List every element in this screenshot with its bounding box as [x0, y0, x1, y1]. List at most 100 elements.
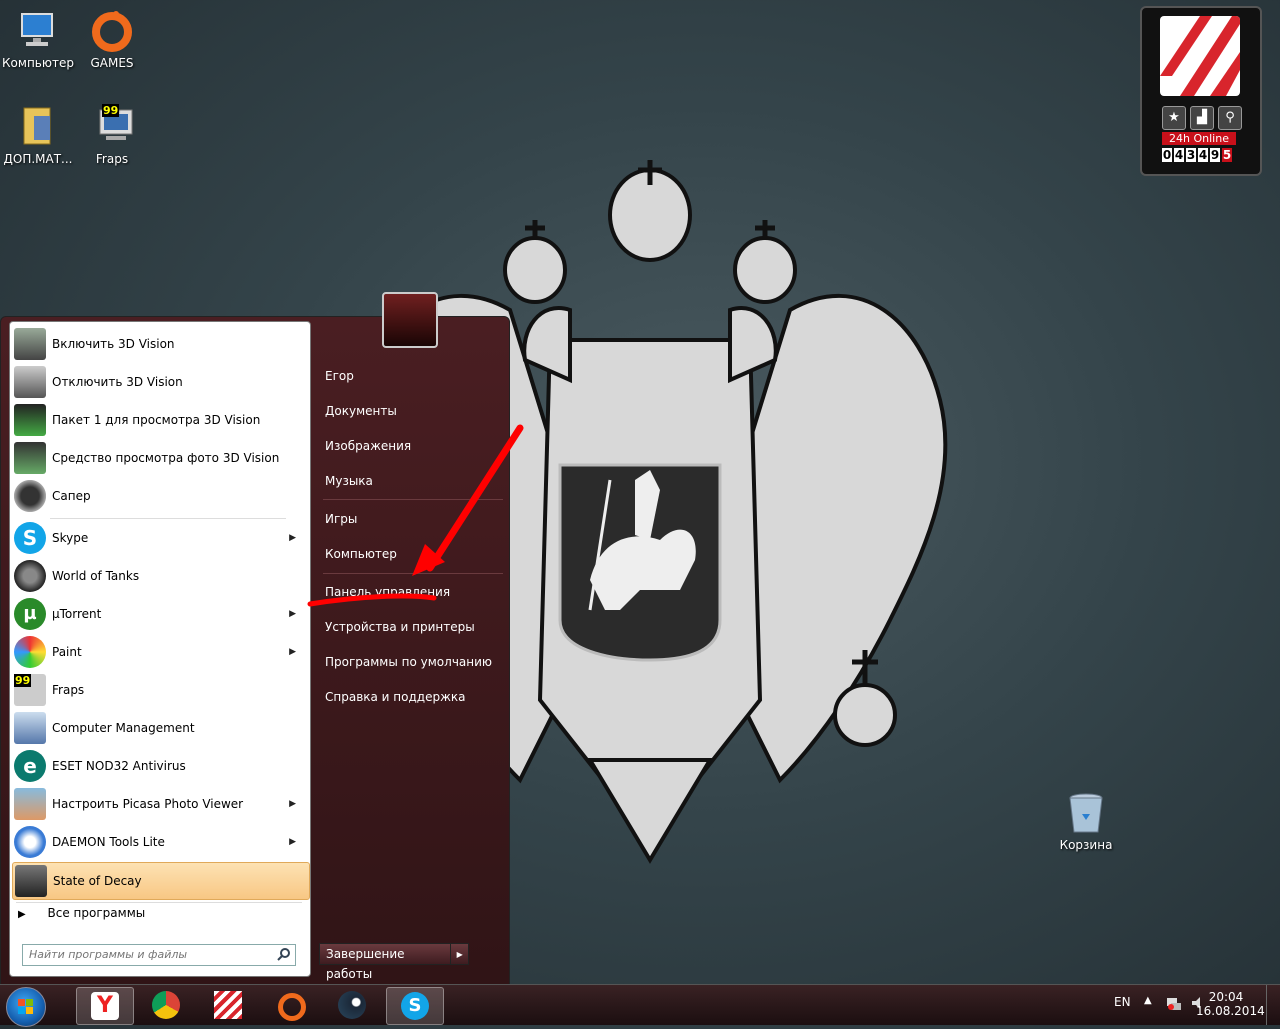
gadget-counter: 0 4 3 4 9 5	[1162, 148, 1232, 162]
counter-digit: 9	[1210, 148, 1220, 162]
gadget-buttons: ★ ▟ ⚲	[1162, 106, 1242, 130]
desktop-icon-games[interactable]: GAMES	[74, 8, 150, 70]
skype-icon: S	[401, 992, 429, 1020]
nvidia-3d-vision-icon	[14, 366, 46, 398]
chrome-icon	[152, 991, 180, 1019]
program-skype[interactable]: S Skype ▶	[12, 520, 308, 556]
taskbar: Y S EN ▲ 20:04 16.08.2014	[0, 984, 1280, 1027]
user-avatar[interactable]	[382, 292, 438, 348]
recycle-bin-icon	[1064, 790, 1108, 834]
search-icon[interactable]: ⚲	[1218, 106, 1242, 130]
clock-time: 20:04	[1208, 990, 1244, 1004]
search-box	[22, 944, 296, 966]
origin-icon	[278, 993, 306, 1021]
submenu-arrow-icon[interactable]: ▶	[289, 609, 296, 619]
desktop-icon-label: ДОП.МАТ...	[3, 152, 73, 166]
place-user[interactable]: Егор	[325, 369, 354, 383]
submenu-arrow-icon[interactable]: ▶	[289, 837, 296, 847]
place-documents[interactable]: Документы	[325, 404, 397, 418]
program-label: State of Decay	[53, 874, 142, 888]
star-icon[interactable]: ★	[1162, 106, 1186, 130]
origin-icon	[90, 8, 134, 52]
submenu-arrow-icon[interactable]: ▶	[289, 647, 296, 657]
desktop-icon-computer[interactable]: Компьютер	[0, 8, 76, 70]
eset-icon: e	[14, 750, 46, 782]
counter-digit: 0	[1162, 148, 1172, 162]
gadget-status: 24h Online	[1162, 132, 1236, 145]
program-state-of-decay[interactable]: State of Decay	[12, 862, 310, 900]
clock-date: 16.08.2014	[1196, 1004, 1265, 1018]
desktop-icon-fraps[interactable]: 99 Fraps	[74, 104, 150, 166]
yandex-browser-icon: Y	[91, 992, 119, 1020]
all-programs-label: Все программы	[47, 906, 146, 920]
desktop-icon-label: GAMES	[90, 56, 134, 70]
search-icon[interactable]	[277, 947, 291, 964]
program-label: Paint	[52, 645, 82, 659]
taskbar-yandex-browser[interactable]: Y	[76, 987, 134, 1025]
start-button[interactable]	[6, 987, 46, 1027]
program-3d-vision-photo[interactable]: Средство просмотра фото 3D Vision	[12, 440, 308, 476]
language-indicator[interactable]: EN	[1114, 995, 1131, 1009]
taskbar-skype[interactable]: S	[386, 987, 444, 1025]
folder-icon	[16, 104, 60, 148]
daemon-tools-icon	[14, 826, 46, 858]
fraps-icon: 99	[90, 104, 134, 148]
paint-icon	[14, 636, 46, 668]
program-computer-management[interactable]: Computer Management	[12, 710, 308, 746]
program-label: ESET NOD32 Antivirus	[52, 759, 186, 773]
network-icon[interactable]	[1166, 995, 1182, 1014]
state-of-decay-icon	[15, 865, 47, 897]
program-minesweeper[interactable]: Сапер	[12, 478, 308, 514]
program-eset[interactable]: e ESET NOD32 Antivirus	[12, 748, 308, 784]
computer-icon	[16, 8, 60, 52]
submenu-arrow-icon[interactable]: ▶	[289, 799, 296, 809]
program-label: Настроить Picasa Photo Viewer	[52, 797, 244, 811]
program-label: Сапер	[52, 489, 91, 503]
program-daemon-tools[interactable]: DAEMON Tools Lite ▶	[12, 824, 308, 860]
counter-digit: 4	[1198, 148, 1208, 162]
desktop-icon-recycle-bin[interactable]: Корзина	[1048, 790, 1124, 852]
search-input[interactable]	[23, 945, 275, 963]
desktop-icon-dop-mat[interactable]: ДОП.МАТ...	[0, 104, 76, 166]
place-help-support[interactable]: Справка и поддержка	[325, 690, 466, 704]
minesweeper-icon	[14, 480, 46, 512]
desktop-icon-label: Корзина	[1059, 838, 1113, 852]
program-label: World of Tanks	[52, 569, 140, 583]
show-hidden-icons-icon[interactable]: ▲	[1144, 995, 1152, 1006]
place-devices-printers[interactable]: Устройства и принтеры	[325, 620, 475, 634]
program-3d-vision-player[interactable]: Пакет 1 для просмотра 3D Vision	[12, 402, 308, 438]
all-programs-link[interactable]: ▶ Все программы	[18, 906, 145, 920]
fraps-icon: 99	[14, 674, 46, 706]
taskbar-origin[interactable]	[262, 987, 318, 1023]
program-paint[interactable]: Paint ▶	[12, 634, 308, 670]
program-label: Отключить 3D Vision	[52, 375, 183, 389]
taskbar-chrome[interactable]	[138, 987, 194, 1023]
program-world-of-tanks[interactable]: World of Tanks	[12, 558, 308, 594]
program-picasa[interactable]: Настроить Picasa Photo Viewer ▶	[12, 786, 308, 822]
3d-vision-photo-icon	[14, 442, 46, 474]
show-desktop-button[interactable]	[1266, 985, 1280, 1025]
program-fraps[interactable]: 99 Fraps	[12, 672, 308, 708]
shutdown-options-arrow-icon[interactable]: ▶	[451, 950, 468, 959]
shutdown-button-group: Завершение работы ▶	[319, 943, 469, 981]
program-enable-3d-vision[interactable]: Включить 3D Vision	[12, 326, 308, 362]
skype-icon: S	[14, 522, 46, 554]
taskbar-game-client[interactable]	[200, 987, 256, 1023]
clock[interactable]: 20:04 16.08.2014	[1196, 990, 1265, 1018]
program-label: Skype	[52, 531, 89, 545]
program-label: Пакет 1 для просмотра 3D Vision	[52, 413, 261, 427]
computer-management-icon	[14, 712, 46, 744]
steam-icon	[338, 991, 366, 1019]
world-of-tanks-icon	[14, 560, 46, 592]
program-utorrent[interactable]: µ µTorrent ▶	[12, 596, 308, 632]
submenu-arrow-icon[interactable]: ▶	[289, 533, 296, 543]
online-counter-gadget[interactable]: ★ ▟ ⚲ 24h Online 0 4 3 4 9 5	[1140, 6, 1262, 176]
taskbar-steam[interactable]	[324, 987, 380, 1023]
chart-icon[interactable]: ▟	[1190, 106, 1214, 130]
programs-pane: Включить 3D Vision Отключить 3D Vision П…	[9, 321, 311, 977]
program-label: Fraps	[52, 683, 85, 697]
shutdown-button[interactable]: Завершение работы	[320, 944, 452, 981]
program-disable-3d-vision[interactable]: Отключить 3D Vision	[12, 364, 308, 400]
counter-digit: 5	[1222, 148, 1232, 162]
place-default-programs[interactable]: Программы по умолчанию	[325, 655, 492, 669]
